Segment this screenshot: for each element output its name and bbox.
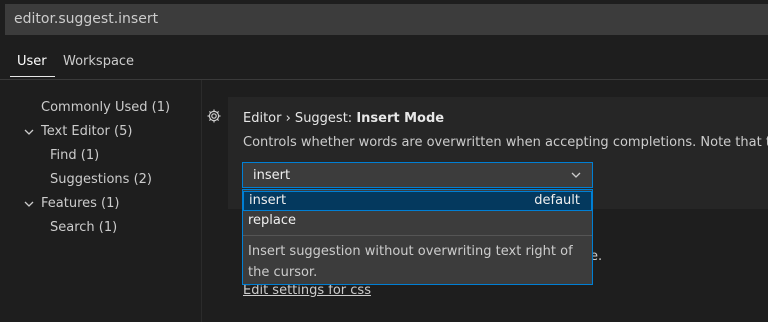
option-replace[interactable]: replace: [243, 211, 592, 231]
select-value: insert: [253, 168, 291, 183]
setting-category: Editor › Suggest:: [243, 111, 357, 126]
option-label: insert: [249, 193, 287, 208]
gear-icon[interactable]: [206, 108, 222, 124]
chevron-down-icon[interactable]: [23, 198, 35, 210]
settings-editor: editor.suggest.insert User Workspace Com…: [0, 0, 768, 322]
toc-item-text-editor[interactable]: Text Editor (5): [41, 124, 132, 139]
insert-mode-select[interactable]: insert: [242, 162, 593, 188]
toc-item-search[interactable]: Search (1): [50, 220, 117, 235]
search-bar: editor.suggest.insert: [0, 0, 768, 40]
toc-item-suggestions[interactable]: Suggestions (2): [50, 172, 152, 187]
toc-item-commonly-used[interactable]: Commonly Used (1): [41, 100, 170, 115]
sash[interactable]: [201, 80, 202, 322]
tab-user[interactable]: User: [17, 54, 47, 69]
default-badge: default: [534, 193, 580, 208]
edit-settings-link[interactable]: Edit settings for css: [243, 283, 371, 298]
toc-item-features[interactable]: Features (1): [41, 196, 119, 211]
dropdown-divider: [243, 235, 592, 236]
setting-description: Controls whether words are overwritten w…: [243, 135, 768, 150]
tab-workspace[interactable]: Workspace: [63, 54, 134, 69]
active-tab-indicator: [10, 76, 55, 77]
option-description: Insert suggestion without overwriting te…: [248, 244, 573, 280]
setting-name: Insert Mode: [356, 111, 445, 126]
option-insert[interactable]: insert default: [243, 191, 592, 211]
divider: [0, 79, 768, 80]
option-label: replace: [248, 213, 297, 228]
settings-tabs: User Workspace: [0, 42, 768, 80]
select-dropdown: insert default replace Insert suggestion…: [242, 189, 593, 285]
chevron-down-icon[interactable]: [23, 126, 35, 138]
search-input[interactable]: editor.suggest.insert: [5, 4, 768, 35]
toc-item-find[interactable]: Find (1): [50, 148, 99, 163]
chevron-down-icon: [571, 172, 581, 178]
setting-title: Editor › Suggest: Insert Mode: [243, 111, 444, 126]
